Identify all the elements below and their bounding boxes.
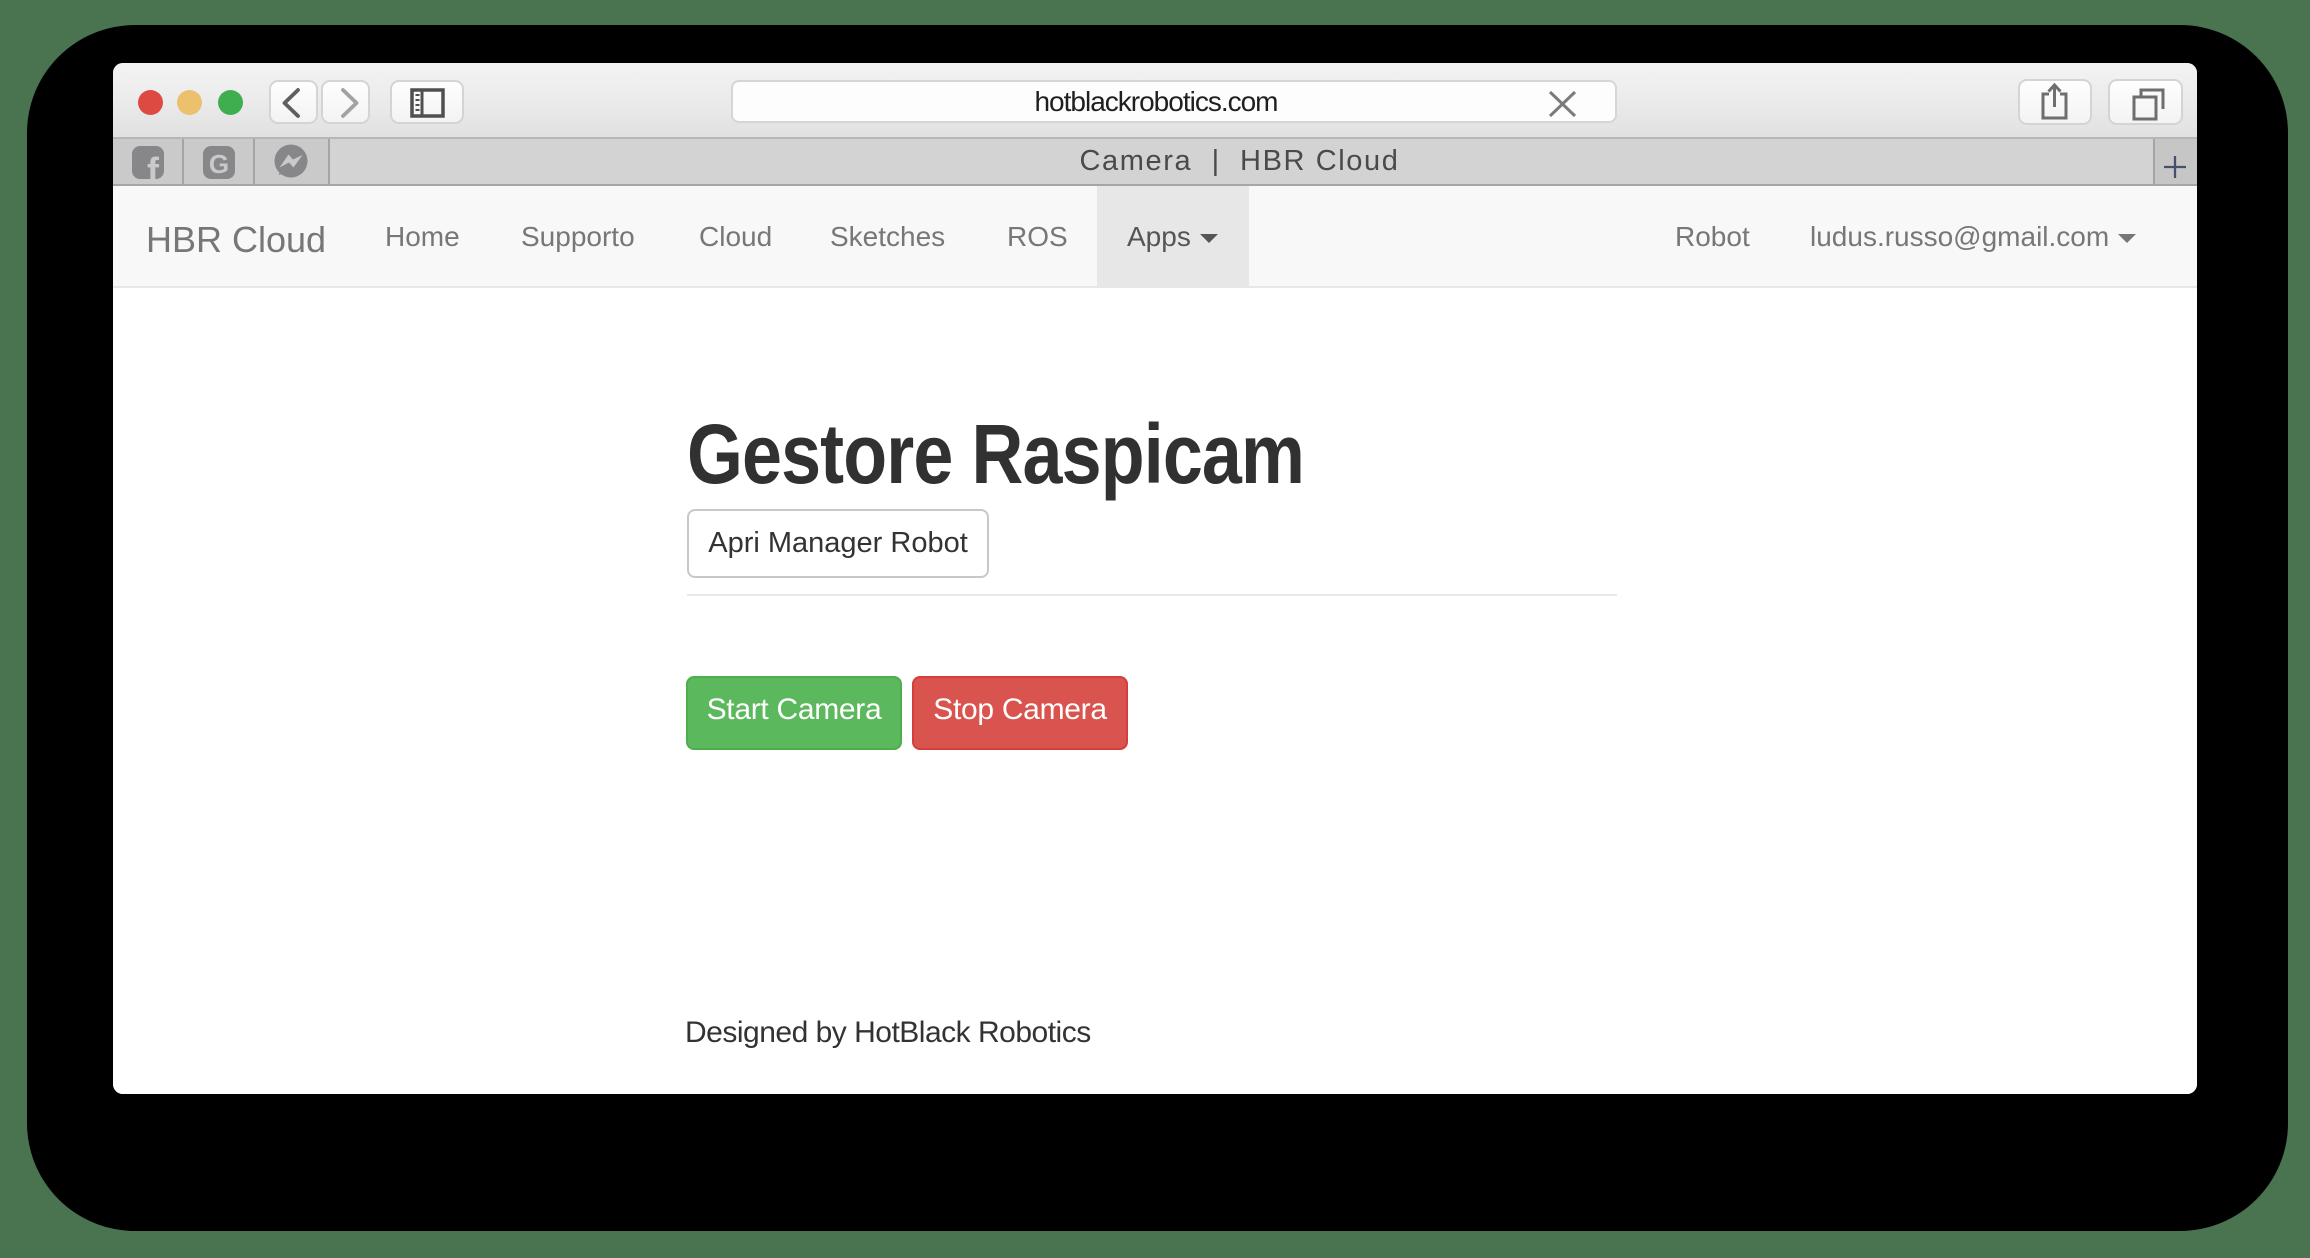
svg-text:f: f [147, 150, 160, 184]
svg-text:G: G [209, 149, 229, 179]
